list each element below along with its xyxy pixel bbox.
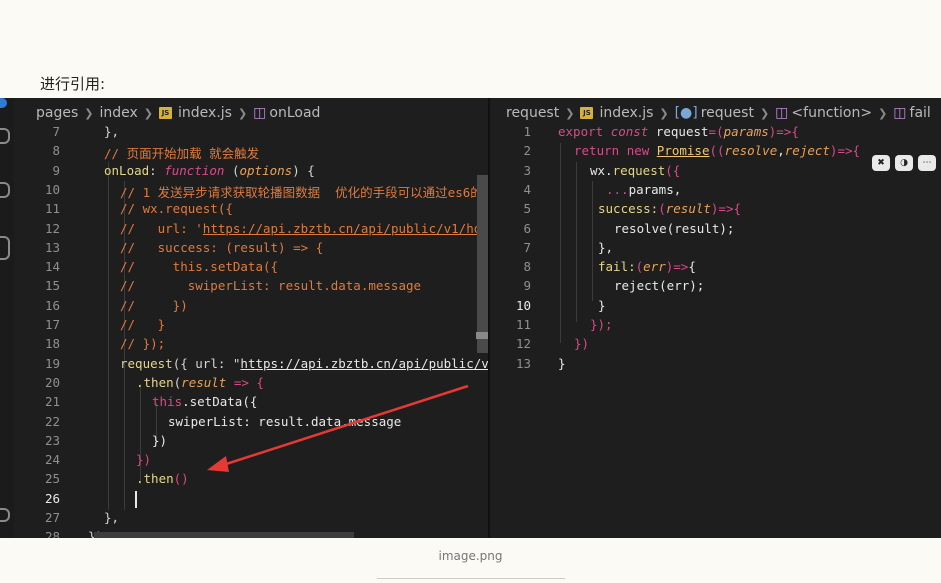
caption-underline <box>377 578 565 579</box>
image-caption: image.png <box>438 549 503 563</box>
annotation-arrow-icon <box>207 384 469 472</box>
caption-text: 进行引用: <box>40 75 106 93</box>
vscode-screenshot: pages ❯ index ❯ JS index.js ❯ ◫ onLoad 7… <box>0 98 941 538</box>
